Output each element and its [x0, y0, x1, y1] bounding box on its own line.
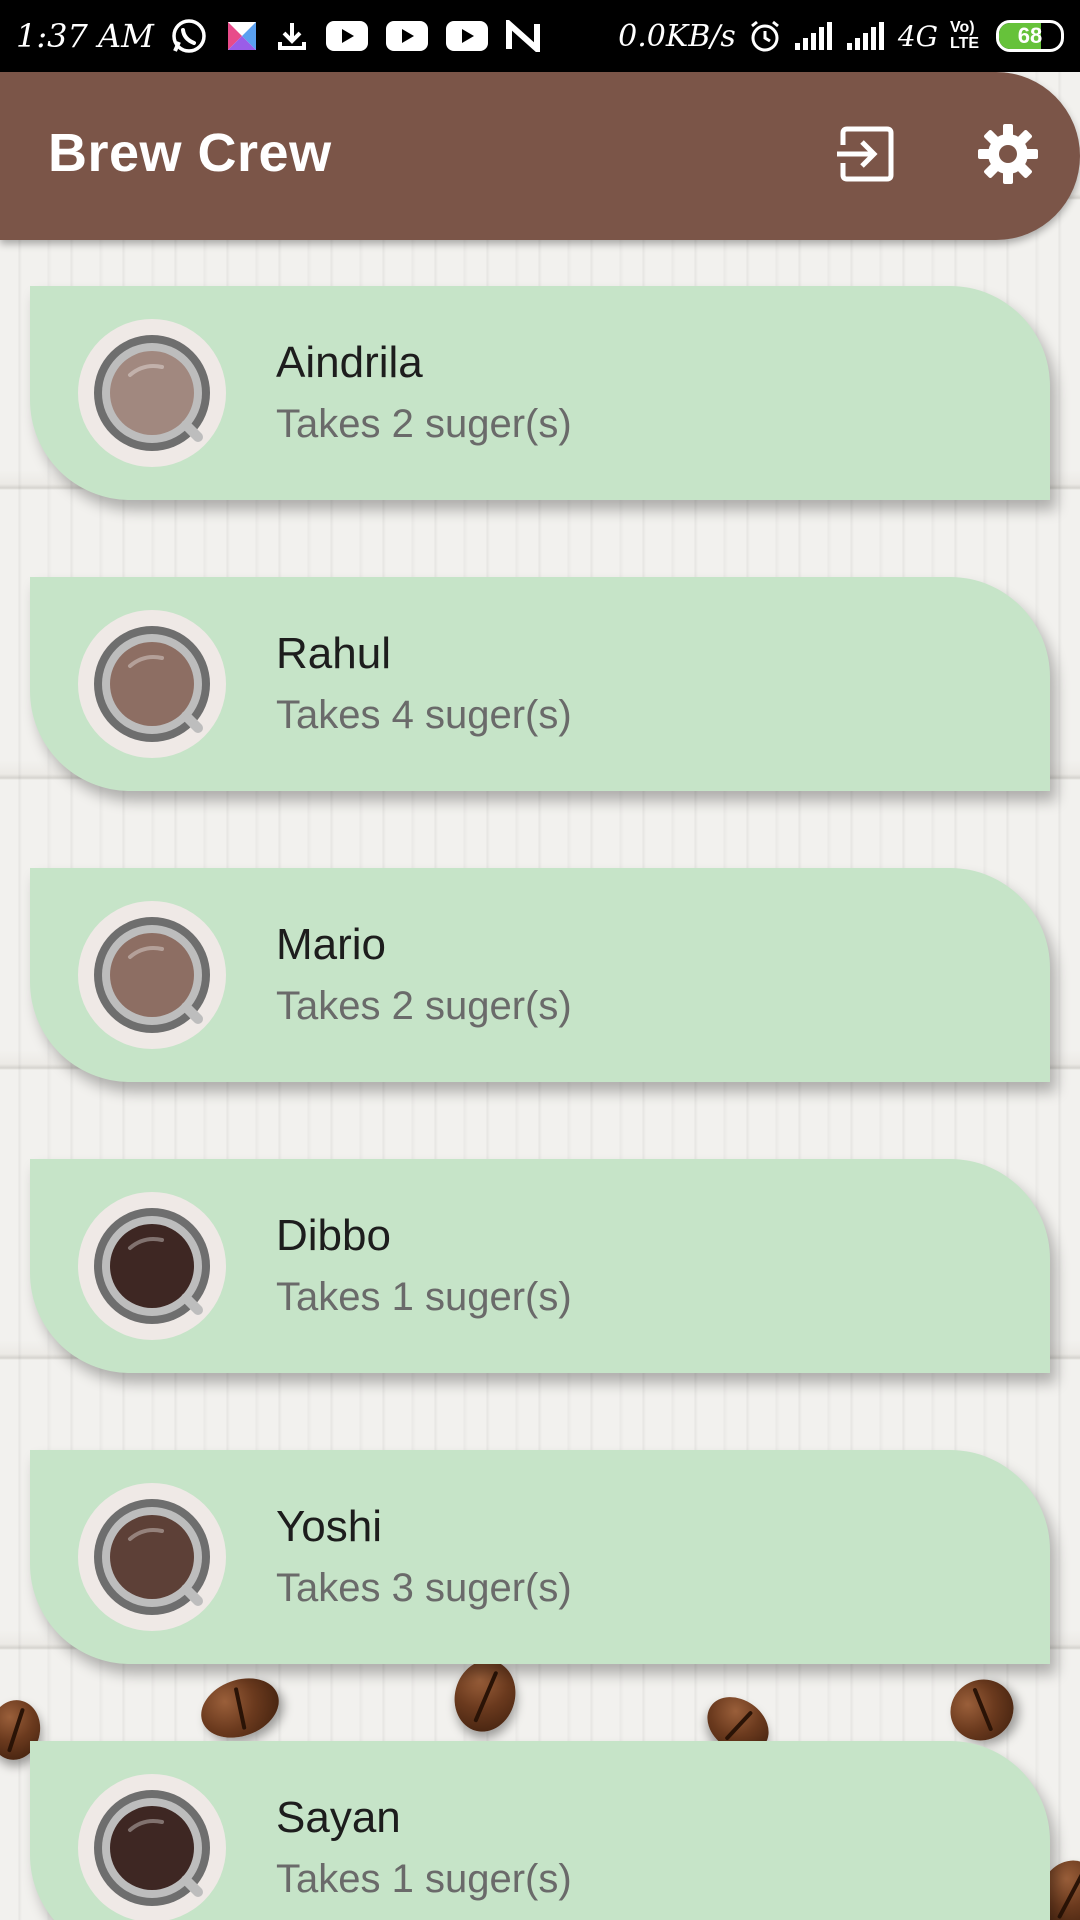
- brew-name: Aindrila: [276, 338, 423, 387]
- brew-card[interactable]: Dibbo Takes 1 suger(s): [30, 1159, 1050, 1373]
- brew-name: Mario: [276, 920, 387, 969]
- brew-sugars: Takes 4 suger(s): [276, 693, 572, 737]
- youtube-icon: [325, 21, 368, 51]
- status-right-group: 0.0KB/s 4G Vo) LTE 68: [618, 19, 1064, 54]
- brew-card[interactable]: Sayan Takes 1 suger(s): [30, 1741, 1050, 1920]
- youtube-icon: [385, 21, 428, 51]
- youtube-icon: [445, 21, 488, 51]
- brew-name: Rahul: [276, 629, 391, 678]
- network-speed: 0.0KB/s: [618, 18, 736, 54]
- brew-card[interactable]: Rahul Takes 4 suger(s): [30, 577, 1050, 791]
- brew-name: Sayan: [276, 1793, 401, 1842]
- alarm-icon: [748, 19, 782, 53]
- brew-card[interactable]: Aindrila Takes 2 suger(s): [30, 286, 1050, 500]
- coffee-cup-icon: [94, 1499, 210, 1615]
- brew-sugars: Takes 2 suger(s): [276, 984, 572, 1028]
- whatsapp-icon: [170, 17, 208, 55]
- logout-button[interactable]: [824, 116, 904, 196]
- brew-sugars: Takes 2 suger(s): [276, 402, 572, 446]
- battery-level: 68: [1017, 23, 1043, 48]
- brew-list: Aindrila Takes 2 suger(s) Rahul Takes 4 …: [0, 240, 1080, 1920]
- brew-card[interactable]: Yoshi Takes 3 suger(s): [30, 1450, 1050, 1664]
- page-title: Brew Crew: [48, 123, 332, 183]
- n-app-icon: [505, 20, 540, 52]
- settings-icon: [976, 122, 1040, 191]
- coffee-cup-icon: [94, 335, 210, 451]
- coffee-cup-icon: [94, 626, 210, 742]
- volte-label: Vo) LTE: [950, 19, 980, 52]
- status-time: 1:37 AM: [16, 17, 154, 55]
- coffee-cup-icon: [94, 917, 210, 1033]
- brew-name: Yoshi: [276, 1502, 383, 1551]
- avatar: [78, 319, 226, 467]
- avatar: [78, 610, 226, 758]
- brew-card[interactable]: Mario Takes 2 suger(s): [30, 868, 1050, 1082]
- avatar: [78, 1774, 226, 1920]
- brew-sugars: Takes 3 suger(s): [276, 1566, 572, 1610]
- settings-button[interactable]: [968, 116, 1048, 196]
- coffee-cup-icon: [94, 1790, 210, 1906]
- coffee-cup-icon: [94, 1208, 210, 1324]
- avatar: [78, 1192, 226, 1340]
- brew-sugars: Takes 1 suger(s): [276, 1275, 572, 1319]
- avatar: [78, 1483, 226, 1631]
- network-type: 4G: [897, 19, 938, 53]
- gallery-icon: [226, 20, 258, 52]
- avatar: [78, 901, 226, 1049]
- brew-name: Dibbo: [276, 1211, 391, 1260]
- battery-indicator: 68: [996, 20, 1064, 52]
- logout-icon: [833, 123, 895, 190]
- brew-sugars: Takes 1 suger(s): [276, 1857, 572, 1901]
- app-bar: Brew Crew: [0, 72, 1080, 240]
- signal-icon: [794, 21, 834, 51]
- status-bar: 1:37 AM 0.0KB/s 4G Vo) LTE 68: [0, 0, 1080, 72]
- download-icon: [276, 20, 308, 52]
- signal-icon: [846, 21, 886, 51]
